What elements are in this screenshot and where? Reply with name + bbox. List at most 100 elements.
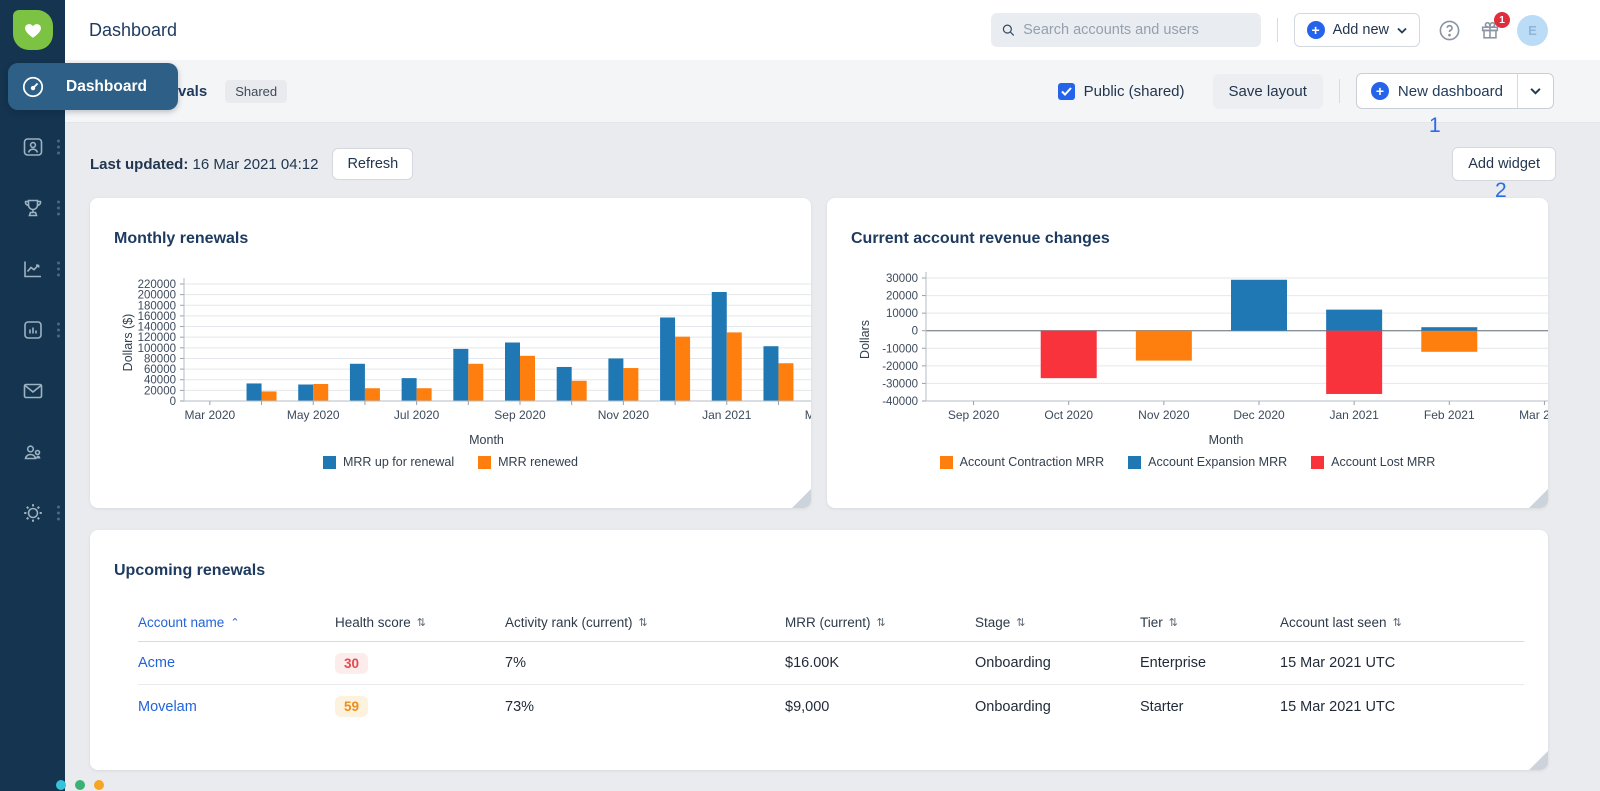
health-score-badge: 30 bbox=[335, 653, 368, 674]
kebab-menu-icon[interactable] bbox=[57, 323, 60, 338]
dot-cyan bbox=[56, 780, 66, 790]
help-button[interactable] bbox=[1438, 19, 1461, 42]
svg-text:Mar 2021: Mar 2021 bbox=[805, 408, 811, 422]
svg-text:-10000: -10000 bbox=[882, 343, 918, 355]
chart-legend: MRR up for renewalMRR renewed bbox=[114, 455, 787, 469]
dashboard-tab-label[interactable]: vals bbox=[178, 83, 207, 100]
svg-text:Sep 2020: Sep 2020 bbox=[494, 408, 546, 422]
whats-new-button[interactable]: 1 bbox=[1479, 19, 1501, 41]
save-layout-button[interactable]: Save layout bbox=[1213, 74, 1323, 109]
shared-badge: Shared bbox=[225, 80, 287, 103]
revenue-changes-chart: -40000-30000-20000-100000100002000030000… bbox=[851, 270, 1548, 448]
annotation-marker-1: 1 bbox=[1429, 114, 1441, 138]
svg-text:Jan 2021: Jan 2021 bbox=[702, 408, 752, 422]
svg-text:-40000: -40000 bbox=[882, 396, 918, 408]
global-search[interactable] bbox=[991, 13, 1261, 47]
resize-handle[interactable] bbox=[1529, 751, 1548, 770]
legend-label: Account Contraction MRR bbox=[960, 455, 1105, 469]
refresh-button[interactable]: Refresh bbox=[332, 148, 413, 180]
cell-tier: Enterprise bbox=[1140, 655, 1280, 671]
sort-icon: ⇅ bbox=[639, 616, 648, 629]
cell-tier: Starter bbox=[1140, 699, 1280, 715]
add-widget-button[interactable]: Add widget bbox=[1452, 147, 1556, 181]
svg-text:220000: 220000 bbox=[138, 279, 176, 291]
sidebar-item-messages[interactable] bbox=[0, 369, 65, 413]
top-navbar: Dashboard + Add new 1 E bbox=[65, 0, 1600, 60]
svg-text:0: 0 bbox=[170, 396, 176, 408]
kebab-menu-icon[interactable] bbox=[57, 140, 60, 155]
public-shared-label[interactable]: Public (shared) bbox=[1084, 83, 1185, 100]
resize-handle[interactable] bbox=[1529, 489, 1548, 508]
cell-account-name: Acme bbox=[138, 655, 335, 671]
new-dashboard-label: New dashboard bbox=[1398, 83, 1503, 100]
legend-label: MRR renewed bbox=[498, 455, 578, 469]
envelope-icon bbox=[21, 379, 45, 403]
svg-text:100000: 100000 bbox=[138, 343, 176, 355]
revenue-changes-widget: Current account revenue changes -40000-3… bbox=[827, 198, 1548, 508]
avatar[interactable]: E bbox=[1517, 15, 1548, 46]
dashboard-content: Last updated: 16 Mar 2021 04:12 Refresh … bbox=[65, 123, 1600, 791]
account-link[interactable]: Acme bbox=[138, 655, 175, 671]
sort-icon: ⇅ bbox=[1016, 616, 1025, 629]
svg-text:Dec 2020: Dec 2020 bbox=[1233, 408, 1285, 422]
column-label: Activity rank (current) bbox=[505, 615, 633, 630]
sidebar-item-success[interactable] bbox=[0, 186, 65, 230]
column-header-mrr-current-[interactable]: MRR (current)⇅ bbox=[785, 615, 975, 630]
svg-text:Nov 2020: Nov 2020 bbox=[598, 408, 650, 422]
public-shared-checkbox[interactable] bbox=[1058, 83, 1075, 100]
column-header-tier[interactable]: Tier⇅ bbox=[1140, 615, 1280, 630]
kebab-menu-icon[interactable] bbox=[57, 262, 60, 277]
svg-text:Sep 2020: Sep 2020 bbox=[948, 408, 1000, 422]
column-header-health-score[interactable]: Health score⇅ bbox=[335, 615, 505, 630]
heart-icon bbox=[23, 20, 43, 40]
widget-title: Upcoming renewals bbox=[114, 562, 1524, 580]
sidebar-item-accounts[interactable] bbox=[0, 125, 65, 169]
dashboard-subheader: vals Shared Public (shared) Save layout … bbox=[65, 60, 1600, 123]
add-new-button[interactable]: + Add new bbox=[1294, 13, 1420, 47]
column-header-stage[interactable]: Stage⇅ bbox=[975, 615, 1140, 630]
widget-title: Current account revenue changes bbox=[851, 230, 1524, 248]
svg-text:0: 0 bbox=[912, 326, 918, 338]
sidebar-item-reports[interactable] bbox=[0, 308, 65, 352]
upcoming-renewals-widget: Upcoming renewals Account name⌃Health sc… bbox=[90, 530, 1548, 770]
search-input[interactable] bbox=[1023, 22, 1250, 38]
search-icon bbox=[1001, 22, 1016, 38]
column-header-account-last-seen[interactable]: Account last seen⇅ bbox=[1280, 615, 1524, 630]
svg-text:Month: Month bbox=[469, 433, 504, 447]
sidebar-nav bbox=[0, 64, 65, 535]
svg-text:Jan 2021: Jan 2021 bbox=[1329, 408, 1379, 422]
sidebar-item-users[interactable] bbox=[0, 430, 65, 474]
table-header-row: Account name⌃Health score⇅Activity rank … bbox=[138, 604, 1524, 642]
kebab-menu-icon[interactable] bbox=[57, 201, 60, 216]
column-header-activity-rank-current-[interactable]: Activity rank (current) ⇅ bbox=[505, 615, 785, 630]
table-row: Acme307%$16.00KOnboardingEnterprise15 Ma… bbox=[138, 642, 1524, 685]
column-header-account-name[interactable]: Account name⌃ bbox=[138, 615, 335, 630]
sidebar-item-analytics[interactable] bbox=[0, 247, 65, 291]
legend-label: Account Expansion MRR bbox=[1148, 455, 1287, 469]
sort-icon: ⇅ bbox=[1169, 616, 1178, 629]
svg-text:Nov 2020: Nov 2020 bbox=[1138, 408, 1190, 422]
widget-title: Monthly renewals bbox=[114, 230, 787, 248]
table-row: Movelam5973%$9,000OnboardingStarter15 Ma… bbox=[138, 685, 1524, 728]
svg-text:80000: 80000 bbox=[144, 353, 176, 365]
chart-legend: Account Contraction MRR Account Expansion… bbox=[851, 455, 1524, 469]
chat-launcher-dots[interactable] bbox=[56, 780, 104, 790]
sidebar-item-settings[interactable] bbox=[0, 491, 65, 535]
last-updated-value: 16 Mar 2021 04:12 bbox=[193, 156, 319, 173]
legend-label: Account Lost MRR bbox=[1331, 455, 1435, 469]
column-label: Health score bbox=[335, 615, 411, 630]
account-link[interactable]: Movelam bbox=[138, 699, 197, 715]
new-dashboard-button[interactable]: + New dashboard bbox=[1357, 74, 1517, 108]
plus-icon: + bbox=[1371, 82, 1389, 100]
legend-item: Account Contraction MRR bbox=[940, 455, 1105, 469]
table-body: Acme307%$16.00KOnboardingEnterprise15 Ma… bbox=[138, 642, 1524, 728]
divider bbox=[1339, 79, 1340, 103]
svg-text:20000: 20000 bbox=[144, 385, 176, 397]
kebab-menu-icon[interactable] bbox=[57, 506, 60, 521]
resize-handle[interactable] bbox=[792, 489, 811, 508]
app-logo[interactable] bbox=[13, 10, 53, 50]
chevron-down-icon bbox=[1397, 27, 1407, 34]
column-label: MRR (current) bbox=[785, 615, 871, 630]
new-dashboard-menu-button[interactable] bbox=[1517, 74, 1553, 108]
svg-text:May 2020: May 2020 bbox=[287, 408, 340, 422]
